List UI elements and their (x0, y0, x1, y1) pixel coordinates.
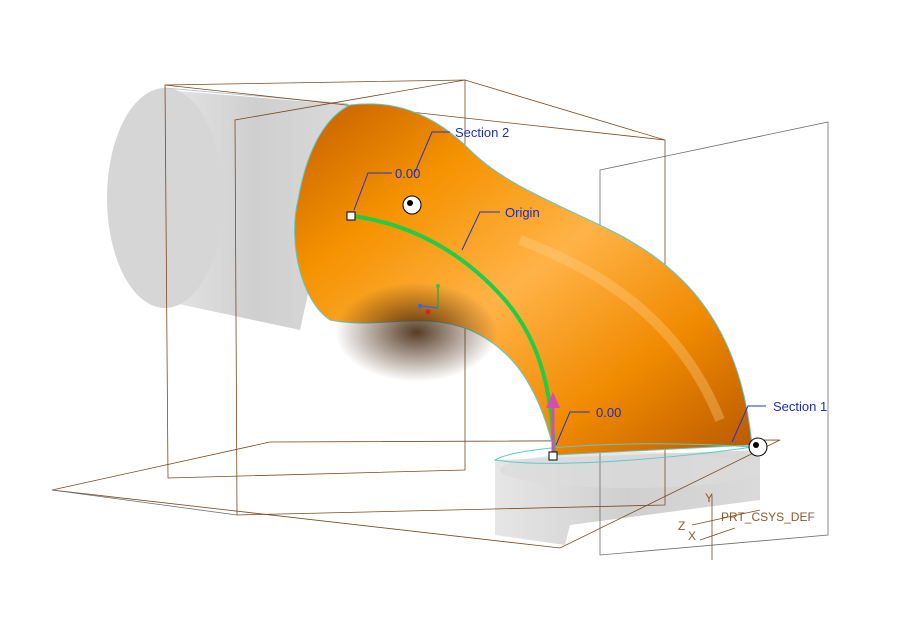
start-point-handle[interactable] (346, 211, 356, 221)
swept-blend-surface[interactable] (294, 103, 753, 464)
origin-label[interactable]: Origin (505, 205, 540, 220)
section1-label[interactable]: Section 1 (773, 399, 827, 414)
csys-axis-z: Z (678, 519, 685, 533)
csys-name-label: PRT_CSYS_DEF (721, 510, 815, 524)
section2-vertex-icon[interactable] (402, 195, 422, 215)
csys-axis-x: X (688, 529, 696, 543)
ghost-cylinder-bottom (495, 450, 760, 545)
csys-axis-y: Y (705, 491, 713, 505)
start-dimension-value[interactable]: 0.00 (395, 166, 420, 181)
section2-label[interactable]: Section 2 (455, 125, 509, 140)
end-dimension-value[interactable]: 0.00 (596, 405, 621, 420)
model-canvas[interactable]: Section 2 0.00 Origin 0.00 Section 1 Y Z… (0, 0, 912, 616)
model-viewport[interactable]: Section 2 0.00 Origin 0.00 Section 1 Y Z… (0, 0, 912, 616)
end-point-handle[interactable] (548, 451, 558, 461)
section1-vertex-icon[interactable] (748, 437, 768, 457)
